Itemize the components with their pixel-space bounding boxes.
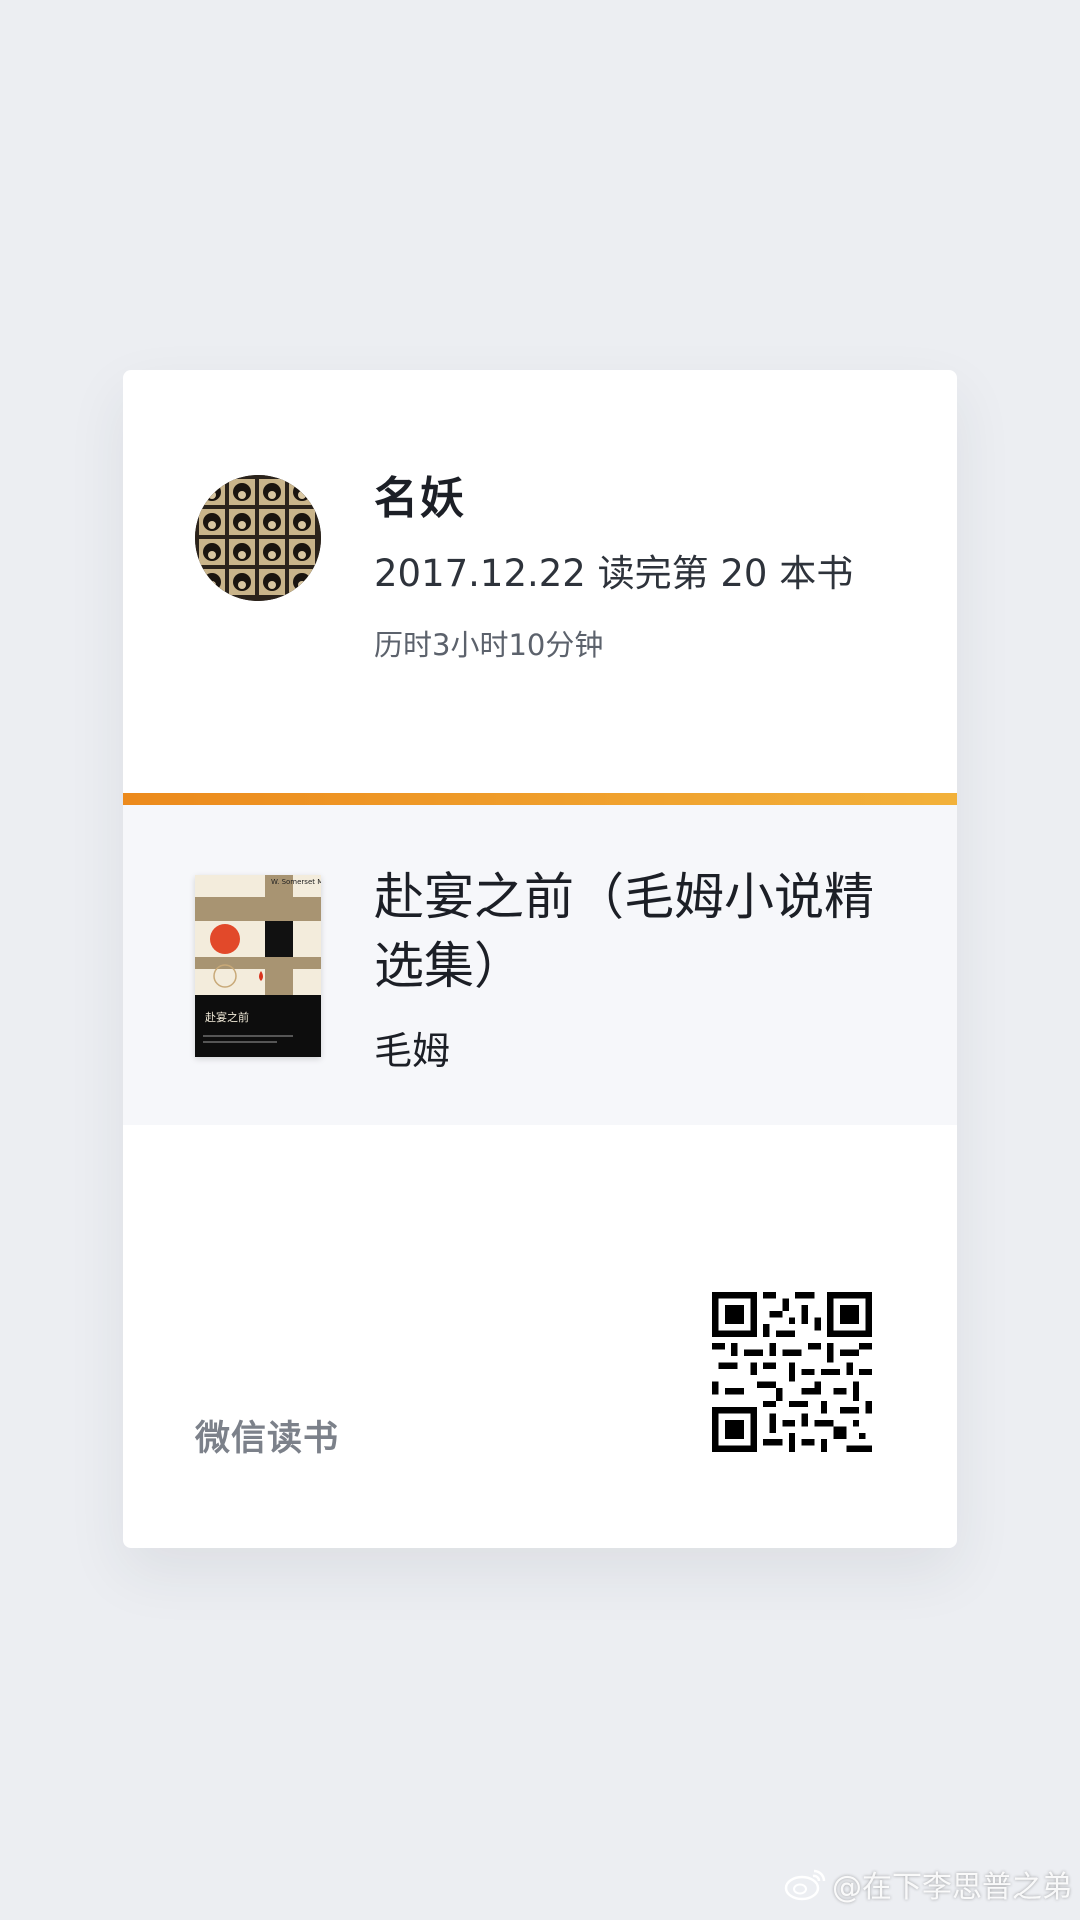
- read-completion-text: 2017.12.22 读完第 20 本书: [374, 552, 854, 595]
- book-info-section[interactable]: W. Somerset Maugham 赴宴之前 赴宴之前（毛姆小说精选集） 毛…: [123, 805, 957, 1125]
- reading-duration: 历时3小时10分钟: [374, 628, 604, 662]
- avatar[interactable]: [195, 475, 321, 601]
- watermark: @在下李思普之弟: [784, 1862, 1072, 1906]
- qr-code-icon: [712, 1292, 872, 1452]
- share-screen: 名妖 2017.12.22 读完第 20 本书 历时3小时10分钟 W. Som…: [0, 0, 1080, 1920]
- username[interactable]: 名妖: [374, 462, 466, 526]
- weibo-icon: [784, 1867, 828, 1901]
- book-author: 毛姆: [374, 1029, 451, 1073]
- accent-divider: [123, 793, 957, 805]
- book-cover[interactable]: W. Somerset Maugham 赴宴之前: [195, 875, 321, 1057]
- reading-card: 名妖 2017.12.22 读完第 20 本书 历时3小时10分钟 W. Som…: [123, 370, 957, 1548]
- cover-title-cn: 赴宴之前: [205, 1010, 249, 1024]
- book-title[interactable]: 赴宴之前（毛姆小说精选集）: [374, 863, 894, 1001]
- watermark-text: @在下李思普之弟: [832, 1870, 1072, 1905]
- app-name: 微信读书: [195, 1419, 340, 1459]
- cover-author-en: W. Somerset Maugham: [271, 878, 321, 886]
